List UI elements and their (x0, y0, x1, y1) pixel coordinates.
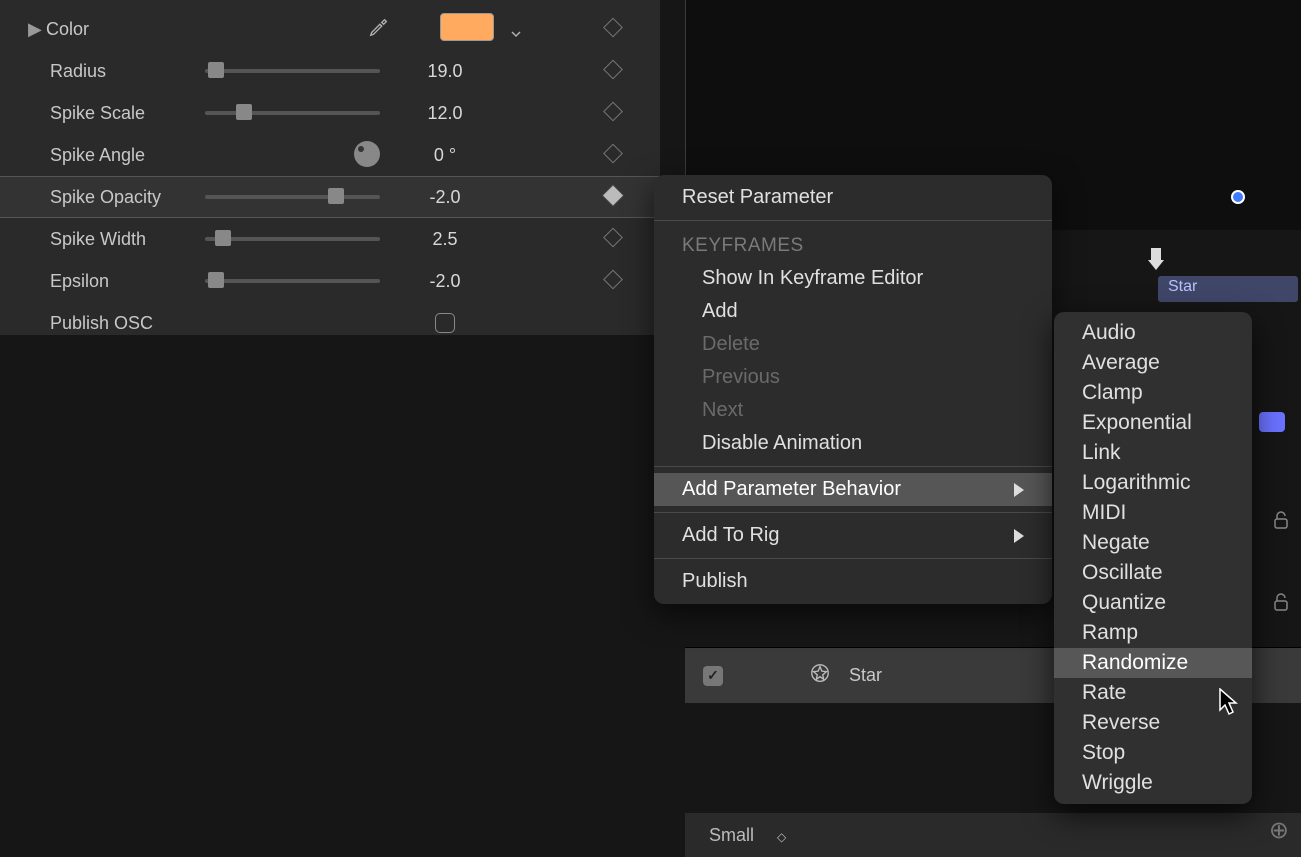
param-label-radius: Radius (50, 61, 205, 82)
add-plus-icon[interactable]: ⊕ (1269, 816, 1289, 845)
region-badge-icon (1259, 412, 1285, 432)
behavior-submenu: AudioAverageClampExponentialLinkLogarith… (1054, 312, 1252, 804)
param-row-epsilon: Epsilon -2.0 (0, 260, 660, 302)
color-well[interactable] (440, 13, 494, 41)
behavior-ramp[interactable]: Ramp (1054, 618, 1252, 648)
behavior-wriggle[interactable]: Wriggle (1054, 768, 1252, 798)
unlock-icon[interactable] (1269, 590, 1293, 610)
menu-separator (654, 512, 1052, 513)
dial-spike-angle[interactable] (205, 143, 380, 167)
keyframe-diamond-icon[interactable] (606, 271, 620, 292)
param-row-publish-osc: Publish OSC (0, 302, 660, 344)
keyframe-diamond-icon[interactable] (606, 187, 620, 208)
behavior-randomize[interactable]: Randomize (1054, 648, 1252, 678)
behavior-rate[interactable]: Rate (1054, 678, 1252, 708)
param-label-epsilon: Epsilon (50, 271, 205, 292)
star-shape-icon (809, 662, 831, 689)
behavior-stop[interactable]: Stop (1054, 738, 1252, 768)
menu-show-in-keyframe-editor[interactable]: Show In Keyframe Editor (654, 262, 1052, 295)
layer-name-star[interactable]: Star (849, 665, 882, 686)
submenu-arrow-icon (1014, 529, 1024, 543)
behavior-clamp[interactable]: Clamp (1054, 378, 1252, 408)
behavior-average[interactable]: Average (1054, 348, 1252, 378)
eyedropper-icon[interactable] (368, 16, 390, 43)
slider-radius[interactable] (205, 69, 380, 73)
param-label-color: Color (46, 19, 201, 40)
menu-delete: Delete (654, 328, 1052, 361)
parameter-context-menu: Reset Parameter KEYFRAMES Show In Keyfra… (654, 175, 1052, 604)
menu-next: Next (654, 394, 1052, 427)
behavior-reverse[interactable]: Reverse (1054, 708, 1252, 738)
menu-add-to-rig[interactable]: Add To Rig (654, 519, 1052, 552)
menu-disable-animation[interactable]: Disable Animation (654, 427, 1052, 460)
slider-spike-width[interactable] (205, 237, 380, 241)
disclosure-triangle-icon[interactable]: ▶ (28, 19, 46, 40)
menu-keyframes-header: KEYFRAMES (654, 227, 1052, 262)
param-row-spike-width: Spike Width 2.5 (0, 218, 660, 260)
slider-spike-scale[interactable] (205, 111, 380, 115)
behavior-negate[interactable]: Negate (1054, 528, 1252, 558)
behavior-audio[interactable]: Audio (1054, 318, 1252, 348)
popup-caret-icon: ◇ (777, 830, 786, 844)
param-label-spike-width: Spike Width (50, 229, 205, 250)
menu-add[interactable]: Add (654, 295, 1052, 328)
menu-previous: Previous (654, 361, 1052, 394)
value-radius[interactable]: 19.0 (400, 61, 490, 82)
param-row-spike-opacity[interactable]: Spike Opacity -2.0 (0, 176, 660, 218)
param-row-radius: Radius 19.0 (0, 50, 660, 92)
menu-separator (654, 220, 1052, 221)
param-label-publish-osc: Publish OSC (50, 313, 205, 334)
submenu-arrow-icon (1014, 483, 1024, 497)
layer-visibility-checkbox[interactable] (703, 666, 723, 686)
keyframe-diamond-icon[interactable] (606, 145, 620, 166)
param-row-spike-angle: Spike Angle 0 ° (0, 134, 660, 176)
playhead-icon[interactable] (1148, 248, 1164, 272)
slider-epsilon[interactable] (205, 279, 380, 283)
bezier-handle-icon[interactable] (1231, 190, 1245, 204)
value-spike-angle[interactable]: 0 ° (400, 145, 490, 166)
param-label-spike-angle: Spike Angle (50, 145, 205, 166)
value-spike-scale[interactable]: 12.0 (400, 103, 490, 124)
behavior-oscillate[interactable]: Oscillate (1054, 558, 1252, 588)
footer-bar: Small ◇ (685, 813, 1301, 857)
behavior-link[interactable]: Link (1054, 438, 1252, 468)
menu-separator (654, 466, 1052, 467)
param-row-spike-scale: Spike Scale 12.0 (0, 92, 660, 134)
timeline-region-star[interactable]: Star (1158, 276, 1298, 302)
value-epsilon[interactable]: -2.0 (400, 271, 490, 292)
param-label-spike-opacity: Spike Opacity (50, 187, 205, 208)
keyframe-diamond-icon[interactable] (606, 229, 620, 250)
value-spike-width[interactable]: 2.5 (400, 229, 490, 250)
behavior-exponential[interactable]: Exponential (1054, 408, 1252, 438)
param-row-color: ▶ Color (0, 8, 660, 50)
keyframe-diamond-icon[interactable] (606, 61, 620, 82)
checkbox-publish-osc[interactable] (435, 313, 455, 333)
behavior-logarithmic[interactable]: Logarithmic (1054, 468, 1252, 498)
inspector-panel: ▶ Color Radius 19.0 Spike Scale 12.0 Spi… (0, 0, 660, 335)
value-spike-opacity[interactable]: -2.0 (400, 187, 490, 208)
menu-separator (654, 558, 1052, 559)
keyframe-diamond-icon[interactable] (606, 103, 620, 124)
slider-spike-opacity[interactable] (205, 195, 380, 199)
footer-size-popup[interactable]: Small ◇ (709, 825, 786, 846)
param-label-spike-scale: Spike Scale (50, 103, 205, 124)
behavior-midi[interactable]: MIDI (1054, 498, 1252, 528)
keyframe-diamond-icon[interactable] (606, 19, 620, 40)
behavior-quantize[interactable]: Quantize (1054, 588, 1252, 618)
menu-add-parameter-behavior[interactable]: Add Parameter Behavior (654, 473, 1052, 506)
chevron-down-icon[interactable] (510, 24, 522, 45)
menu-publish[interactable]: Publish (654, 565, 1052, 598)
unlock-icon[interactable] (1269, 508, 1293, 528)
menu-reset-parameter[interactable]: Reset Parameter (654, 181, 1052, 214)
